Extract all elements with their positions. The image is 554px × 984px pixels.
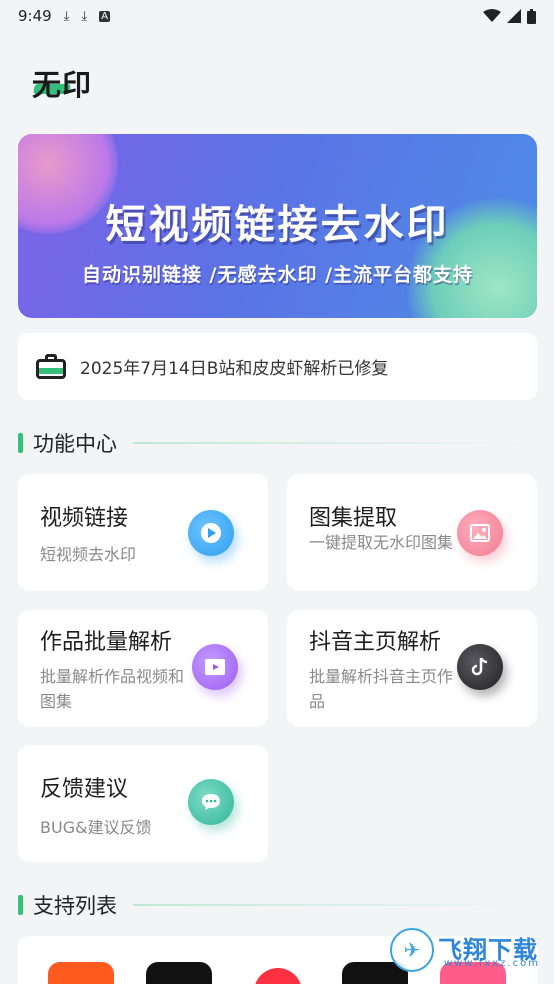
download-icon: ⤓ <box>63 8 70 24</box>
card-title: 视频链接 <box>40 506 129 531</box>
app-logo: 无印 <box>32 62 112 102</box>
font-icon: A <box>99 10 111 22</box>
section-marker <box>18 433 23 453</box>
card-feedback[interactable]: 反馈建议 BUG&建议反馈 <box>18 745 268 862</box>
card-subtitle: 批量解析作品视频和图集 <box>40 667 185 711</box>
status-time: 9:49 <box>18 7 52 25</box>
card-subtitle: BUG&建议反馈 <box>40 818 152 837</box>
card-title: 反馈建议 <box>40 777 129 802</box>
section-divider <box>133 442 537 444</box>
card-video-link[interactable]: 视频链接 短视频去水印 <box>18 474 268 591</box>
card-subtitle: 短视频去水印 <box>40 545 137 564</box>
status-bar: 9:49 ⤓ ⤓ A <box>0 0 554 32</box>
section-header-support: 支持列表 <box>18 890 537 920</box>
banner-subtitle: 自动识别链接 /无感去水印 /主流平台都支持 <box>81 264 474 286</box>
section-header-features: 功能中心 <box>18 428 537 458</box>
play-icon <box>188 510 234 556</box>
card-title: 图集提取 <box>309 506 398 531</box>
logo-text: 无印 <box>32 68 93 102</box>
site-watermark: ✈ 飞翔下载 www.fxxz.com <box>388 926 546 974</box>
card-subtitle: 批量解析抖音主页作品 <box>309 667 454 711</box>
notice-bar[interactable]: 2025年7月14日B站和皮皮虾解析已修复 <box>18 333 537 400</box>
douyin-icon[interactable] <box>146 962 212 984</box>
watermark-logo-icon: ✈ <box>390 928 434 972</box>
briefcase-icon <box>36 353 66 380</box>
weibo-icon[interactable] <box>254 968 302 984</box>
card-title: 抖音主页解析 <box>309 630 442 655</box>
card-image-extract[interactable]: 图集提取 一键提取无水印图集 <box>287 474 537 591</box>
battery-icon <box>527 8 536 24</box>
card-douyin-profile[interactable]: 抖音主页解析 批量解析抖音主页作品 <box>287 610 537 727</box>
section-marker <box>18 895 23 915</box>
watermark-url: www.fxxz.com <box>444 958 540 969</box>
signal-icon <box>507 9 521 23</box>
chat-icon <box>188 779 234 825</box>
card-batch-parse[interactable]: 作品批量解析 批量解析作品视频和图集 <box>18 610 268 727</box>
card-subtitle: 一键提取无水印图集 <box>309 533 454 552</box>
image-icon <box>457 510 503 556</box>
promo-banner[interactable]: 短视频链接去水印 自动识别链接 /无感去水印 /主流平台都支持 <box>18 134 537 318</box>
banner-title: 短视频链接去水印 <box>105 202 450 248</box>
section-title: 功能中心 <box>33 432 117 456</box>
kuaishou-icon[interactable] <box>48 962 114 984</box>
tiktok-icon <box>457 644 503 690</box>
section-divider <box>133 904 537 906</box>
wifi-icon <box>483 9 501 22</box>
card-title: 作品批量解析 <box>40 630 173 655</box>
section-title: 支持列表 <box>33 894 117 918</box>
video-icon <box>192 644 238 690</box>
notice-text: 2025年7月14日B站和皮皮虾解析已修复 <box>80 359 389 379</box>
download-icon: ⤓ <box>81 8 88 24</box>
